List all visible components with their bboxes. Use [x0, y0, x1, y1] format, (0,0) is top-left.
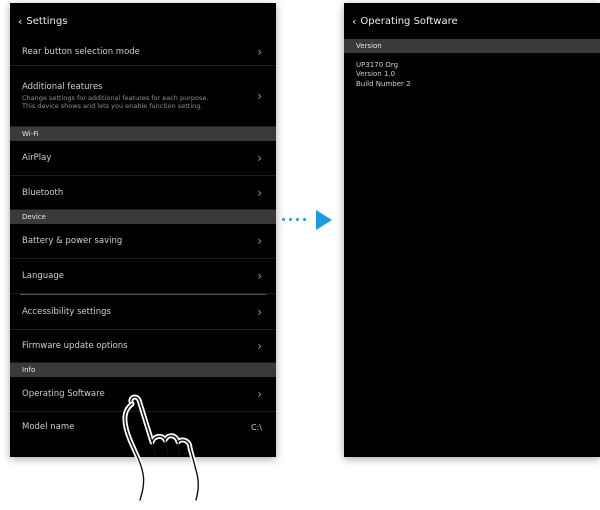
row-label: Battery & power saving [22, 236, 123, 246]
dot [296, 218, 299, 221]
row-label: Language [22, 271, 64, 281]
row-value: C:\ [251, 422, 262, 432]
chevron-right-icon: › [257, 387, 262, 401]
back-chevron-icon[interactable]: ‹ [352, 15, 356, 28]
settings-row-accessibility[interactable]: Accessibility settings › [10, 295, 276, 330]
chevron-right-icon: › [257, 339, 262, 353]
row-label: Rear button selection mode [22, 47, 140, 57]
info-line: Version 1.0 [356, 70, 396, 79]
section-header-version: Version [344, 39, 600, 53]
chevron-right-icon: › [257, 269, 262, 283]
chevron-right-icon: › [257, 185, 262, 200]
row-label: Bluetooth [22, 187, 64, 198]
section-header-info: Info [10, 363, 276, 377]
row-subtitle: Change settings for additional features … [22, 93, 209, 110]
settings-row-rear-button[interactable]: Rear button selection mode › [10, 39, 276, 66]
chevron-right-icon: › [257, 234, 262, 248]
row-label: Model name [22, 422, 75, 432]
settings-screen: ‹ Settings Rear button selection mode › … [10, 3, 276, 457]
info-line: Build Number 2 [356, 79, 411, 88]
row-label: Firmware update options [22, 341, 128, 351]
section-header-device: Device [10, 210, 276, 224]
dot [282, 218, 285, 221]
version-info: UP3170 Org Version 1.0 Build Number 2 [344, 53, 600, 97]
row-label: Accessibility settings [22, 307, 111, 317]
settings-row-language[interactable]: Language › [10, 259, 276, 294]
operating-software-header[interactable]: ‹ Operating Software [344, 3, 600, 39]
back-chevron-icon[interactable]: ‹ [18, 15, 22, 28]
section-header-wifi: Wi-Fi [10, 127, 276, 141]
settings-row-additional-features[interactable]: Additional features Change settings for … [10, 66, 276, 127]
settings-row-airplay[interactable]: AirPlay › [10, 141, 276, 176]
back-label: Settings [26, 15, 68, 27]
chevron-right-icon: › [257, 89, 262, 103]
settings-header[interactable]: ‹ Settings [10, 3, 276, 39]
back-label: Operating Software [360, 15, 458, 27]
chevron-right-icon: › [257, 305, 262, 319]
settings-row-battery[interactable]: Battery & power saving › [10, 224, 276, 259]
row-label: AirPlay [22, 153, 52, 163]
chevron-right-icon: › [257, 45, 262, 59]
row-label: Operating Software [22, 389, 105, 399]
chevron-right-icon: › [257, 151, 262, 165]
operating-software-screen: ‹ Operating Software Version UP3170 Org … [344, 3, 600, 457]
transition-arrow-icon [316, 210, 332, 230]
info-line: UP3170 Org [356, 61, 399, 69]
dot [289, 218, 292, 221]
settings-row-firmware[interactable]: Firmware update options › [10, 330, 276, 363]
settings-row-bluetooth[interactable]: Bluetooth › [10, 176, 276, 210]
tap-hand-icon [122, 394, 201, 502]
transition-dots [282, 218, 306, 221]
dot [303, 218, 306, 221]
row-label: Additional features [22, 81, 103, 92]
